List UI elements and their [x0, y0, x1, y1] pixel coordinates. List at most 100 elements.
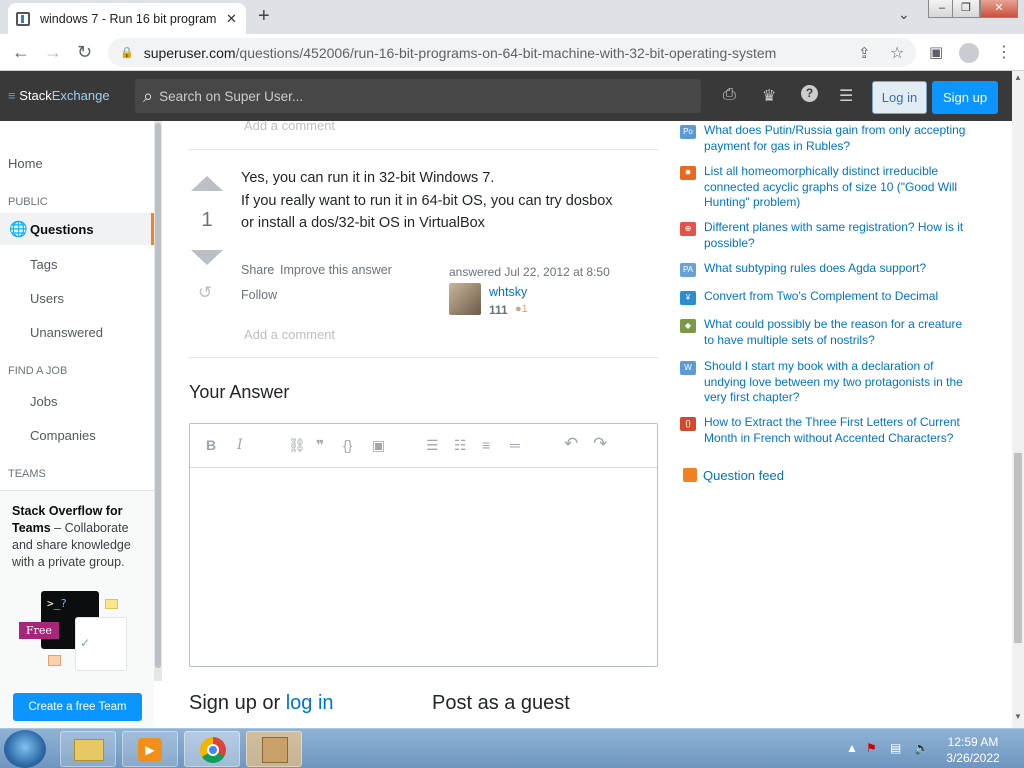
improve-answer-link[interactable]: Improve this answer: [280, 263, 392, 277]
address-toolbar: ← → ↻ 🔒 superuser.com/questions/452006/r…: [0, 34, 1024, 71]
login-button[interactable]: Log in: [872, 81, 927, 114]
clock-time: 12:59 AM: [947, 735, 999, 749]
hot-question-link[interactable]: What does Putin/Russia gain from only ac…: [704, 123, 974, 154]
search-placeholder: Search on Super User...: [159, 88, 304, 104]
action-center-flag-icon[interactable]: ⚑: [866, 741, 877, 755]
close-window-button[interactable]: ✕: [980, 0, 1018, 18]
question-feed-label: Question feed: [703, 468, 784, 483]
blockquote-icon[interactable]: ❞: [316, 437, 324, 454]
reload-icon[interactable]: ↻: [77, 42, 92, 63]
nav-section-find-job: FIND A JOB: [8, 365, 68, 377]
teams-promo: Stack Overflow for Teams – Collaborate a…: [0, 490, 154, 728]
nav-home[interactable]: Home: [8, 156, 43, 171]
user-name-link[interactable]: whtsky: [489, 285, 527, 299]
bulleted-list-icon[interactable]: ☷: [454, 437, 467, 454]
italic-icon[interactable]: I: [237, 437, 243, 453]
new-tab-button[interactable]: +: [258, 5, 270, 28]
hot-question-link[interactable]: List all homeomorphically distinct irred…: [704, 164, 974, 211]
hot-question-site-icon: ¥: [680, 291, 696, 305]
horizontal-rule-icon[interactable]: ═: [510, 437, 520, 453]
forward-arrow-icon[interactable]: →: [44, 42, 62, 63]
profile-avatar-icon[interactable]: [959, 43, 979, 63]
hot-question-link[interactable]: How to Extract the Three First Letters o…: [704, 415, 974, 446]
question-feed-link[interactable]: Question feed: [683, 468, 784, 483]
follow-link[interactable]: Follow: [241, 288, 277, 302]
app-taskbar-button[interactable]: [246, 731, 302, 767]
share-link[interactable]: Share: [241, 263, 274, 277]
login-link[interactable]: log in: [286, 692, 334, 714]
tab-close-icon[interactable]: ✕: [226, 11, 237, 27]
lock-icon: 🔒: [120, 47, 134, 59]
side-panel-icon[interactable]: ▣: [929, 43, 943, 61]
show-hidden-icons-chevron-icon[interactable]: ▲: [846, 741, 858, 755]
scroll-up-icon[interactable]: ▲: [1014, 73, 1022, 82]
code-icon[interactable]: {}: [343, 437, 352, 453]
hot-question-link[interactable]: Different planes with same registration?…: [704, 220, 974, 251]
numbered-list-icon[interactable]: ☰: [426, 437, 439, 454]
chrome-taskbar-button[interactable]: [184, 731, 240, 767]
add-comment-link-top[interactable]: Add a comment: [244, 118, 335, 133]
post-as-guest-heading: Post as a guest: [432, 692, 570, 714]
history-icon[interactable]: ↺: [198, 283, 212, 303]
hot-question-link[interactable]: What could possibly be the reason for a …: [704, 317, 974, 348]
hot-question-link[interactable]: Convert from Two's Complement to Decimal: [704, 289, 974, 305]
tab-search-chevron-icon[interactable]: ⌄: [898, 6, 910, 23]
teams-dash: –: [50, 521, 65, 535]
back-arrow-icon[interactable]: ←: [12, 42, 30, 63]
user-avatar[interactable]: [449, 283, 481, 315]
maximize-button[interactable]: ❐: [952, 0, 980, 18]
undo-icon[interactable]: ↶: [564, 434, 578, 454]
heading-icon[interactable]: ≡: [482, 437, 490, 453]
help-icon[interactable]: ?: [801, 85, 818, 102]
answer-editor[interactable]: B I ⛓ ❞ {} ▣ ☰ ☷ ≡ ═ ↶ ↷: [189, 423, 658, 667]
editor-toolbar: B I ⛓ ❞ {} ▣ ☰ ☷ ≡ ═ ↶ ↷: [190, 424, 657, 468]
inbox-icon[interactable]: ⎙: [723, 86, 736, 104]
nav-unanswered[interactable]: Unanswered: [30, 325, 103, 340]
bold-icon[interactable]: B: [206, 437, 216, 453]
nav-section-teams: TEAMS: [8, 468, 46, 480]
link-icon[interactable]: ⛓: [288, 437, 306, 454]
logo-mark-icon: ≡: [8, 88, 16, 103]
nav-companies[interactable]: Companies: [30, 428, 96, 443]
tab-active[interactable]: windows 7 - Run 16 bit program ✕: [8, 3, 246, 34]
media-player-taskbar-button[interactable]: ▶: [122, 731, 178, 767]
create-free-team-button[interactable]: Create a free Team: [13, 693, 142, 721]
stackexchange-logo[interactable]: ≡ StackExchange: [8, 88, 110, 103]
explorer-taskbar-button[interactable]: [60, 731, 116, 767]
hot-question-link[interactable]: Should I start my book with a declaratio…: [704, 359, 974, 406]
nav-users[interactable]: Users: [30, 291, 64, 306]
signup-or-login-heading: Sign up or log in: [189, 692, 334, 715]
taskbar-clock[interactable]: 12:59 AM 3/26/2022: [937, 734, 1009, 766]
logo-text-b: Exchange: [51, 88, 110, 103]
volume-icon[interactable]: 🔈: [914, 741, 929, 755]
hot-question-site-icon: PA: [680, 263, 696, 277]
answered-date: answered Jul 22, 2012 at 8:50: [449, 265, 610, 279]
scroll-down-icon[interactable]: ▼: [1014, 712, 1022, 721]
redo-icon[interactable]: ↷: [593, 434, 607, 454]
achievements-trophy-icon[interactable]: ♛: [762, 86, 776, 106]
downvote-arrow-icon[interactable]: [191, 250, 223, 265]
url-bar[interactable]: 🔒 superuser.com/questions/452006/run-16-…: [108, 38, 916, 67]
network-icon[interactable]: ▤: [890, 741, 901, 755]
sidebar-scrollbar[interactable]: [154, 121, 162, 681]
share-icon[interactable]: ⇪: [858, 44, 871, 62]
bookmark-star-icon[interactable]: ☆: [890, 43, 904, 63]
hot-question-link[interactable]: What subtyping rules does Agda support?: [704, 261, 974, 277]
signup-button[interactable]: Sign up: [932, 81, 998, 114]
answer-line-3: or install a dos/32-bit OS in VirtualBox: [241, 215, 485, 231]
menu-dots-icon[interactable]: ⋮: [996, 42, 1012, 62]
site-switcher-icon[interactable]: ☰: [839, 86, 853, 106]
add-comment-link[interactable]: Add a comment: [244, 327, 335, 342]
upvote-arrow-icon[interactable]: [191, 176, 223, 191]
windows-taskbar: ▶ ▲ ⚑ ▤ 🔈 12:59 AM 3/26/2022: [0, 728, 1024, 768]
image-icon[interactable]: ▣: [372, 437, 385, 454]
nav-questions-label: Questions: [30, 222, 94, 237]
hot-question-site-icon: ⊕: [680, 222, 696, 236]
nav-tags[interactable]: Tags: [30, 257, 57, 272]
search-input[interactable]: ⌕ Search on Super User...: [135, 79, 701, 113]
start-button-windows-icon[interactable]: [4, 730, 46, 768]
site-favicon-icon: [16, 11, 30, 26]
nav-questions[interactable]: 🌐 Questions: [0, 213, 154, 245]
page-scrollbar[interactable]: ▲ ▼: [1012, 71, 1024, 728]
nav-jobs[interactable]: Jobs: [30, 394, 57, 409]
